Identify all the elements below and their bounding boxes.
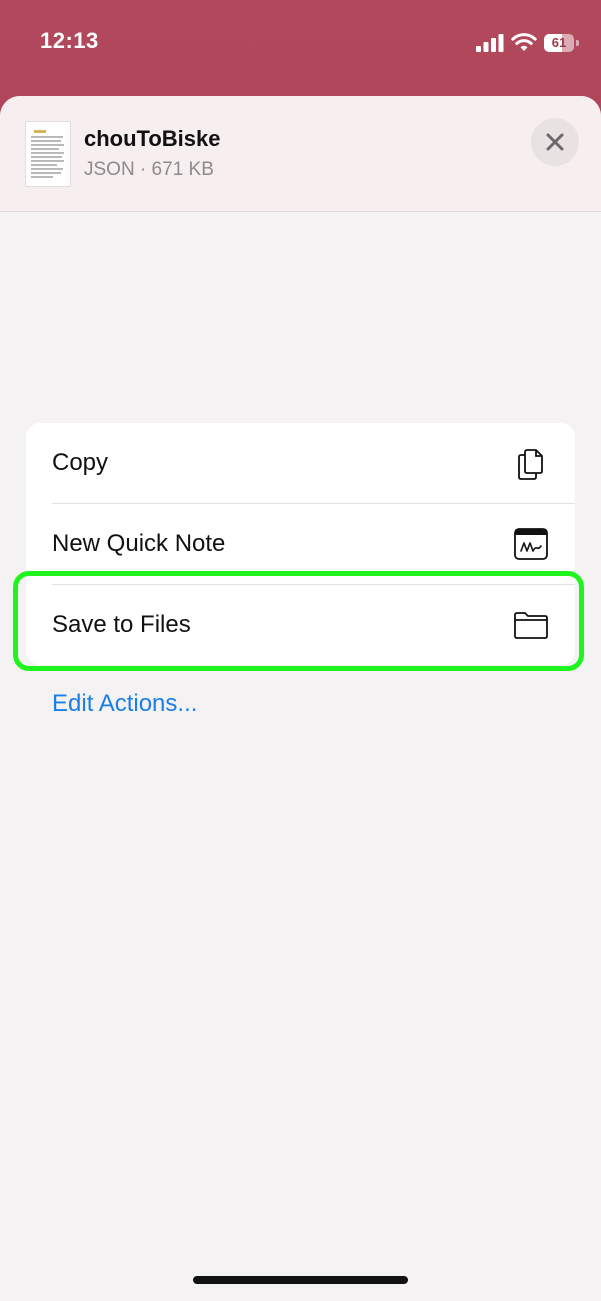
document-thumbnail-icon [26, 122, 70, 186]
file-name: chouToBiske [84, 126, 221, 151]
action-list: Copy New Quick Note Save to Files [26, 423, 575, 665]
copy-action-label: Copy [52, 449, 109, 476]
share-sheet-header: chouToBiske JSON · 671 KB [0, 96, 601, 212]
close-button[interactable] [531, 118, 579, 166]
wifi-icon [511, 33, 537, 51]
quick-note-icon [514, 528, 548, 560]
share-sheet: chouToBiske JSON · 671 KB Copy New Quick… [0, 96, 601, 1301]
edit-actions-link[interactable]: Edit Actions... [52, 690, 197, 718]
cellular-signal-icon [476, 34, 504, 52]
home-indicator[interactable] [193, 1276, 408, 1284]
battery-level: 61 [551, 35, 567, 50]
status-bar: 12:13 61 [0, 0, 601, 90]
copy-icon [518, 449, 543, 480]
new-quick-note-action[interactable]: New Quick Note [26, 504, 575, 584]
close-icon [546, 133, 564, 151]
save-to-files-action[interactable]: Save to Files [26, 585, 575, 665]
status-time: 12:13 [40, 28, 99, 53]
file-meta: JSON · 671 KB [84, 159, 214, 180]
save-to-files-label: Save to Files [52, 611, 191, 638]
copy-action[interactable]: Copy [26, 423, 575, 503]
folder-icon [514, 612, 548, 639]
new-quick-note-label: New Quick Note [52, 530, 226, 557]
battery-indicator: 61 [544, 34, 580, 52]
